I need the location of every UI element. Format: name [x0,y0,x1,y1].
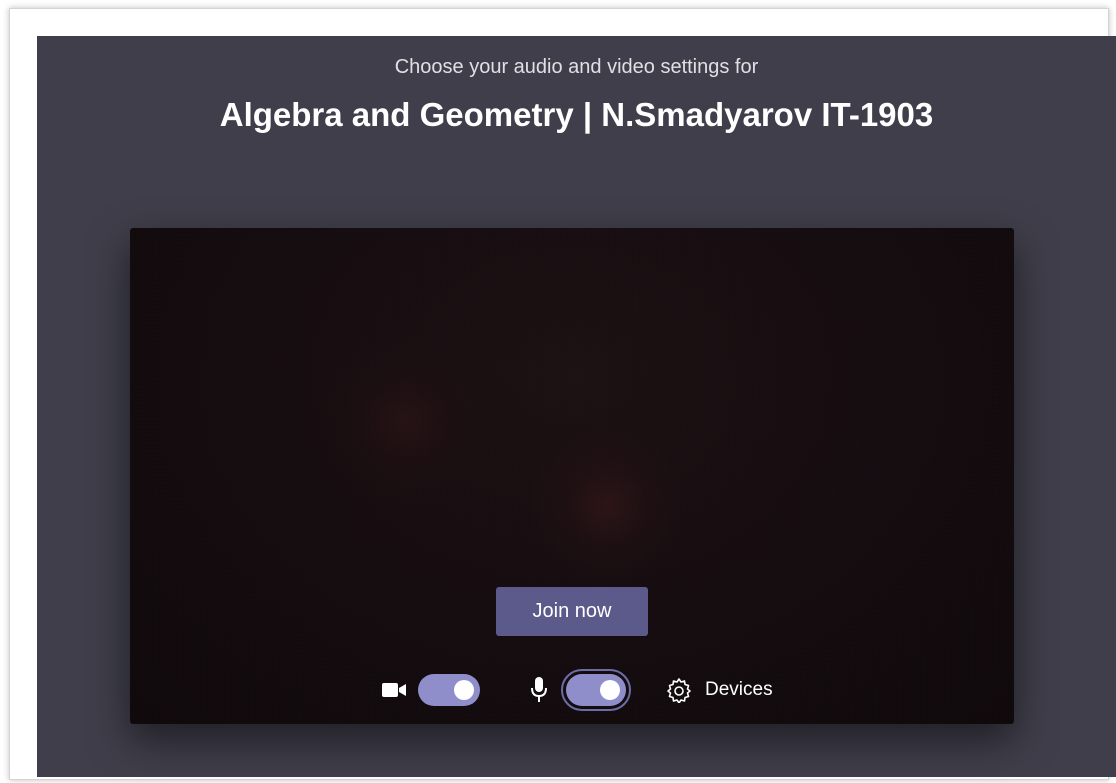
video-preview: Join now Devices [130,228,1014,724]
settings-subtitle: Choose your audio and video settings for [394,56,759,78]
devices-button[interactable]: Devices [660,668,780,712]
pre-join-screen: Choose your audio and video settings for… [37,36,1116,777]
camera-toggle[interactable] [418,674,480,706]
join-now-button[interactable]: Join now [496,587,648,636]
microphone-icon [531,677,547,702]
video-noise [130,228,1014,724]
microphone-toggle-knob [600,680,620,700]
av-controls: Devices [130,668,1014,712]
microphone-toggle-track [566,674,626,706]
app-window: Choose your audio and video settings for… [9,8,1116,780]
gear-icon [667,678,691,703]
camera-icon [382,683,406,697]
devices-label: Devices [705,679,773,700]
microphone-toggle[interactable] [561,669,631,711]
camera-toggle-knob [454,680,474,700]
meeting-title: Algebra and Geometry | N.Smadyarov IT-19… [219,96,934,133]
